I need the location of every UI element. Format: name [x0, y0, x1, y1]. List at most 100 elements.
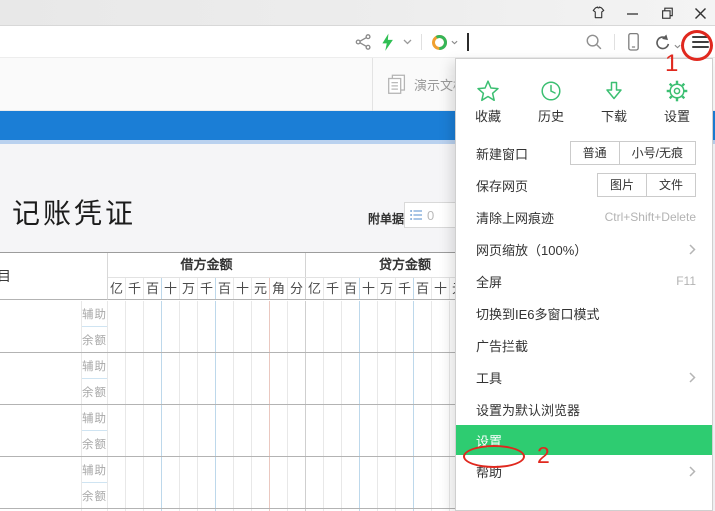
- mobile-icon: [626, 32, 641, 53]
- menu-item-ad-block[interactable]: 广告拦截: [456, 329, 712, 361]
- balance-label: 余额: [82, 482, 107, 508]
- digit-header: 角: [270, 278, 288, 299]
- clock-icon: [539, 79, 563, 103]
- minimize-button[interactable]: [624, 5, 641, 22]
- account-cell[interactable]: [0, 405, 82, 456]
- save-as-file-button[interactable]: 文件: [646, 174, 695, 196]
- table-row[interactable]: 辅助 余额: [0, 405, 505, 457]
- star-icon: [476, 79, 500, 103]
- balance-label: 余额: [82, 326, 107, 352]
- account-cell[interactable]: [0, 353, 82, 404]
- text-cursor: [467, 33, 469, 51]
- amount-group-headers: 借方金额 贷方金额: [108, 253, 504, 278]
- amount-digit-cells[interactable]: [108, 457, 505, 508]
- aux-label: 辅助: [82, 301, 107, 326]
- menu-item-page-zoom[interactable]: 网页缩放（100%）: [456, 233, 712, 265]
- aux-label: 辅助: [82, 353, 107, 378]
- account-cell[interactable]: [0, 301, 82, 352]
- lightning-icon: [381, 33, 394, 52]
- table-row[interactable]: 辅助 余额: [0, 353, 505, 405]
- theme-skin-button[interactable]: [590, 5, 607, 22]
- share-button[interactable]: [355, 33, 372, 51]
- search-button[interactable]: [585, 33, 603, 51]
- favorites-button[interactable]: 收藏: [464, 79, 512, 125]
- downloads-label: 下载: [601, 108, 627, 125]
- aux-balance-cell: 辅助 余额: [82, 405, 108, 456]
- minimize-icon: [626, 7, 639, 20]
- shortcut-text: Ctrl+Shift+Delete: [605, 210, 696, 224]
- digit-column-headers: 亿 千 百 十 万 千 百 十 元 角 分 亿 千 百 十 万 千 百 十 元 …: [108, 278, 504, 300]
- documents-icon: [385, 72, 409, 97]
- settings-quick-label: 设置: [664, 108, 690, 125]
- annotation-step-1: 1: [665, 50, 678, 78]
- favorites-label: 收藏: [475, 108, 501, 125]
- digit-header: 十: [162, 278, 180, 299]
- amount-digit-cells[interactable]: [108, 405, 505, 456]
- download-icon: [602, 79, 626, 103]
- digit-header: 千: [126, 278, 144, 299]
- downloads-button[interactable]: 下载: [590, 79, 638, 125]
- history-label: 历史: [538, 108, 564, 125]
- chevron-right-icon: [689, 372, 696, 383]
- attach-docs-value: 0: [427, 208, 434, 223]
- attach-docs-label: 附单据: [368, 210, 404, 227]
- table-row[interactable]: 辅助 余额: [0, 301, 505, 353]
- digit-header: 亿: [306, 278, 324, 299]
- digit-header: 分: [288, 278, 306, 299]
- digit-header: 元: [252, 278, 270, 299]
- digit-header: 千: [324, 278, 342, 299]
- title-bar: [0, 0, 715, 26]
- menu-item-fullscreen[interactable]: 全屏 F11: [456, 265, 712, 297]
- menu-item-tools[interactable]: 工具: [456, 361, 712, 393]
- account-column-header: 目: [0, 253, 108, 300]
- undo-close-button[interactable]: [652, 33, 681, 52]
- gear-icon: [665, 79, 689, 103]
- list-icon: [410, 209, 423, 221]
- digit-header: 百: [414, 278, 432, 299]
- chevron-down-icon: [451, 40, 458, 45]
- aux-label: 辅助: [82, 405, 107, 430]
- digit-header: 千: [396, 278, 414, 299]
- menu-item-ie6-mode[interactable]: 切换到IE6多窗口模式: [456, 297, 712, 329]
- mobile-sync-button[interactable]: [626, 32, 641, 53]
- amount-digit-cells[interactable]: [108, 353, 505, 404]
- page-title: 记账凭证: [12, 192, 136, 232]
- incognito-window-button[interactable]: 小号/无痕: [619, 142, 695, 164]
- save-as-image-button[interactable]: 图片: [598, 174, 646, 196]
- menu-item-clear-history[interactable]: 清除上网痕迹 Ctrl+Shift+Delete: [456, 201, 712, 233]
- account-cell[interactable]: [0, 457, 82, 508]
- digit-header: 十: [432, 278, 450, 299]
- amount-digit-cells[interactable]: [108, 301, 505, 352]
- acceleration-dropdown[interactable]: [403, 39, 412, 45]
- debit-amount-header: 借方金额: [108, 253, 306, 277]
- close-icon: [694, 7, 707, 20]
- tshirt-icon: [590, 5, 607, 21]
- browser-toolbar: [0, 26, 715, 58]
- balance-label: 余额: [82, 430, 107, 456]
- restore-button[interactable]: [658, 5, 675, 22]
- table-row[interactable]: 辅助 余额: [0, 457, 505, 509]
- menu-item-new-window[interactable]: 新建窗口 普通 小号/无痕: [456, 137, 712, 169]
- aux-balance-cell: 辅助 余额: [82, 353, 108, 404]
- aux-label: 辅助: [82, 457, 107, 482]
- normal-window-button[interactable]: 普通: [571, 142, 619, 164]
- settings-quick-button[interactable]: 设置: [653, 79, 701, 125]
- menu-item-default-browser[interactable]: 设置为默认浏览器: [456, 393, 712, 425]
- digit-header: 十: [234, 278, 252, 299]
- window-controls: [590, 0, 709, 26]
- balance-label: 余额: [82, 378, 107, 404]
- digit-header: 百: [342, 278, 360, 299]
- chevron-down-icon: [674, 44, 681, 49]
- aux-balance-cell: 辅助 余额: [82, 457, 108, 508]
- digit-header: 百: [216, 278, 234, 299]
- close-button[interactable]: [692, 5, 709, 22]
- menu-item-save-page[interactable]: 保存网页 图片 文件: [456, 169, 712, 201]
- acceleration-button[interactable]: [381, 33, 394, 52]
- annotation-circle-menu-button: [681, 30, 713, 61]
- extension-button[interactable]: [431, 34, 458, 51]
- digit-header: 万: [378, 278, 396, 299]
- annotation-step-2: 2: [537, 442, 550, 469]
- undo-icon: [652, 33, 672, 52]
- aux-balance-cell: 辅助 余额: [82, 301, 108, 352]
- history-button[interactable]: 历史: [527, 79, 575, 125]
